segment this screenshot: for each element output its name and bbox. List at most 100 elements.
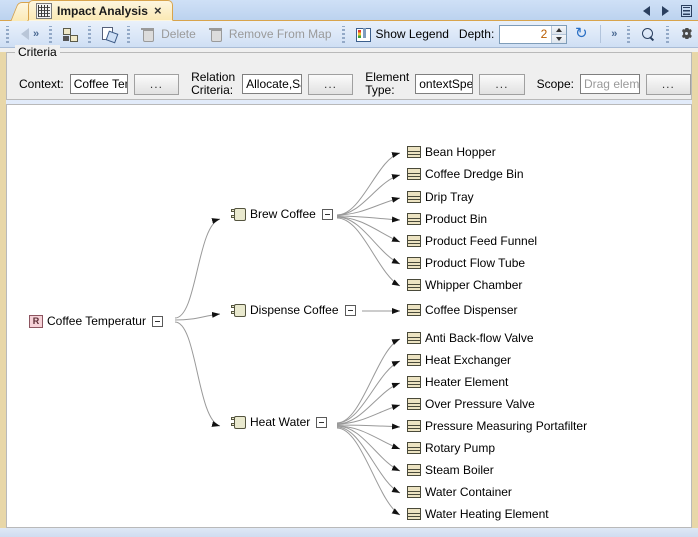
node-leaf[interactable]: Bean Hopper — [407, 145, 496, 159]
element-type-label-line2: Type: — [365, 83, 394, 97]
activity-icon — [231, 303, 246, 317]
tab-list-icon[interactable] — [681, 5, 692, 17]
context-input[interactable]: Coffee Temp — [70, 74, 128, 94]
node-brew-coffee-label: Brew Coffee — [250, 207, 316, 221]
relation-criteria-input[interactable]: Allocate,Sat — [242, 74, 302, 94]
block-icon — [407, 398, 421, 410]
toolbar-grip-7[interactable] — [666, 26, 669, 43]
node-leaf-label: Whipper Chamber — [425, 278, 522, 292]
toolbar-overflow-button[interactable]: » — [606, 22, 623, 46]
element-type-input[interactable]: ontextSpeci — [415, 74, 473, 94]
element-type-browse-button[interactable]: ... — [479, 74, 524, 95]
tab-strip: Impact Analysis × — [0, 0, 698, 21]
node-leaf[interactable]: Heater Element — [407, 375, 508, 389]
block-icon — [407, 304, 421, 316]
impact-analysis-window: Impact Analysis × » Delete Rem — [0, 0, 698, 537]
chevron-left-icon[interactable] — [643, 6, 650, 16]
node-brew-coffee[interactable]: Brew Coffee — [231, 207, 333, 221]
element-type-label: ElementType: — [365, 71, 409, 97]
depth-increment-button[interactable] — [552, 26, 566, 34]
depth-input[interactable] — [500, 26, 551, 43]
delete-button[interactable]: Delete — [134, 22, 202, 46]
toolbar-grip[interactable] — [6, 26, 9, 43]
depth-stepper[interactable] — [499, 25, 567, 44]
impact-analysis-canvas[interactable]: R Coffee Temperatur Brew Coffee Dispense… — [6, 104, 692, 528]
node-dispense-coffee-label: Dispense Coffee — [250, 303, 339, 317]
node-leaf[interactable]: Heat Exchanger — [407, 353, 511, 367]
node-leaf-label: Water Heating Element — [425, 507, 549, 521]
node-leaf[interactable]: Water Container — [407, 485, 512, 499]
scope-input[interactable]: Drag elemen — [580, 74, 640, 94]
node-leaf[interactable]: Coffee Dispenser — [407, 303, 518, 317]
refresh-button[interactable]: ↻ — [567, 22, 595, 46]
block-icon — [407, 508, 421, 520]
heat-edges — [337, 339, 400, 515]
block-icon — [407, 213, 421, 225]
node-leaf[interactable]: Drip Tray — [407, 190, 474, 204]
collapse-minus-icon[interactable] — [152, 316, 163, 327]
node-leaf-label: Heat Exchanger — [425, 353, 511, 367]
show-legend-button[interactable]: Show Legend — [349, 22, 455, 46]
node-leaf[interactable]: Water Heating Element — [407, 507, 549, 521]
remove-from-map-button[interactable]: Remove From Map — [202, 22, 338, 46]
back-arrow-icon — [21, 28, 29, 40]
collapse-minus-icon[interactable] — [345, 305, 356, 316]
tab-label: Impact Analysis — [57, 4, 148, 18]
toolbar-grip-5[interactable] — [342, 26, 345, 43]
toolbar: » Delete Remove From Map Show Legend Dep… — [0, 21, 698, 48]
node-leaf-label: Rotary Pump — [425, 441, 495, 455]
refresh-icon: ↻ — [573, 26, 589, 42]
toolbar-grip-6[interactable] — [627, 26, 630, 43]
activity-icon — [231, 415, 246, 429]
close-icon[interactable]: × — [153, 4, 163, 17]
scope-label: Scope: — [537, 77, 574, 91]
node-leaf[interactable]: Over Pressure Valve — [407, 397, 535, 411]
scope-browse-button[interactable]: ... — [646, 74, 691, 95]
node-leaf[interactable]: Coffee Dredge Bin — [407, 167, 524, 181]
node-leaf[interactable]: Whipper Chamber — [407, 278, 522, 292]
node-leaf[interactable]: Product Bin — [407, 212, 487, 226]
window-bottom-border — [0, 528, 698, 537]
annotate-button[interactable] — [95, 22, 123, 46]
node-leaf[interactable]: Pressure Measuring Portafilter — [407, 419, 587, 433]
block-icon — [407, 354, 421, 366]
node-dispense-coffee[interactable]: Dispense Coffee — [231, 303, 356, 317]
node-leaf[interactable]: Product Flow Tube — [407, 256, 525, 270]
hierarchy-icon — [62, 26, 78, 42]
overflow-chevron-icon: » — [33, 28, 39, 40]
node-leaf-label: Drip Tray — [425, 190, 474, 204]
show-legend-label: Show Legend — [376, 27, 449, 41]
delete-label: Delete — [161, 27, 196, 41]
tab-impact-analysis[interactable]: Impact Analysis × — [28, 0, 173, 21]
context-browse-button[interactable]: ... — [134, 74, 179, 95]
search-icon — [640, 26, 656, 42]
block-icon — [407, 146, 421, 158]
node-leaf[interactable]: Anti Back-flow Valve — [407, 331, 534, 345]
toolbar-grip-2[interactable] — [49, 26, 52, 43]
node-leaf-label: Water Container — [425, 485, 512, 499]
search-button[interactable] — [634, 22, 662, 46]
node-leaf-label: Product Flow Tube — [425, 256, 525, 270]
remove-from-map-label: Remove From Map — [229, 27, 332, 41]
back-button[interactable]: » — [13, 22, 45, 46]
criteria-legend-label: Criteria — [15, 45, 60, 59]
depth-decrement-button[interactable] — [552, 34, 566, 43]
block-icon — [407, 464, 421, 476]
chevron-right-icon[interactable] — [662, 6, 669, 16]
block-icon — [407, 376, 421, 388]
node-leaf[interactable]: Rotary Pump — [407, 441, 495, 455]
toolbar-grip-3[interactable] — [88, 26, 91, 43]
collapse-minus-icon[interactable] — [322, 209, 333, 220]
settings-button[interactable] — [673, 22, 698, 46]
relation-criteria-browse-button[interactable]: ... — [308, 74, 353, 95]
block-icon — [407, 257, 421, 269]
block-icon — [407, 191, 421, 203]
collapse-minus-icon[interactable] — [316, 417, 327, 428]
gear-icon — [679, 26, 695, 42]
toolbar-grip-4[interactable] — [127, 26, 130, 43]
hierarchy-button[interactable] — [56, 22, 84, 46]
node-leaf[interactable]: Steam Boiler — [407, 463, 494, 477]
node-heat-water[interactable]: Heat Water — [231, 415, 327, 429]
node-leaf[interactable]: Product Feed Funnel — [407, 234, 537, 248]
node-root[interactable]: R Coffee Temperatur — [29, 314, 163, 328]
